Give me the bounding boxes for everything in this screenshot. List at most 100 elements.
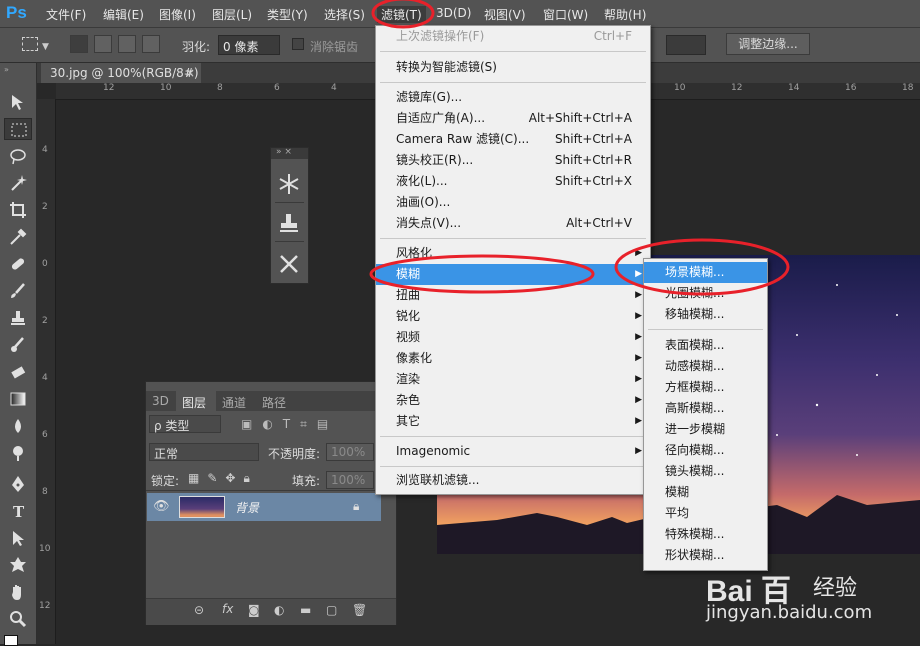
- subtract-selection-button[interactable]: [118, 35, 136, 53]
- menu-type[interactable]: 类型(Y): [267, 6, 308, 23]
- menu-item-pixelate[interactable]: 像素化 ▶: [376, 348, 650, 369]
- feather-input[interactable]: 0 像素: [218, 35, 280, 55]
- fill-input[interactable]: 100%: [326, 471, 374, 489]
- menu-item-oil-paint[interactable]: 油画(O)...: [376, 192, 650, 213]
- move-tool[interactable]: [4, 91, 32, 113]
- collapse-close-icon[interactable]: » ×: [276, 147, 292, 157]
- menu-item-radial-blur[interactable]: 径向模糊...: [644, 440, 767, 461]
- menu-filter[interactable]: 滤镜(T): [377, 6, 426, 23]
- refine-edge-button[interactable]: 调整边缘...: [726, 33, 810, 55]
- marquee-tool[interactable]: [4, 118, 32, 140]
- menu-item-tilt-shift[interactable]: 移轴模糊...: [644, 304, 767, 325]
- adjustment-icon[interactable]: ◐: [274, 603, 284, 617]
- menu-3d[interactable]: 3D(D): [436, 6, 471, 20]
- zoom-tool[interactable]: [4, 608, 32, 630]
- dodge-tool[interactable]: [4, 442, 32, 464]
- layer-filter-select[interactable]: ρ 类型: [149, 415, 221, 433]
- floating-panel-header[interactable]: » ×: [271, 147, 308, 159]
- document-tab[interactable]: 30.jpg @ 100%(RGB/8#) ×: [41, 63, 201, 83]
- hand-tool[interactable]: [4, 581, 32, 603]
- menu-item-last-filter[interactable]: 上次滤镜操作(F) Ctrl+F: [376, 26, 650, 47]
- crop-tool[interactable]: [4, 199, 32, 221]
- path-selection-tool[interactable]: [4, 527, 32, 549]
- menu-item-stylize[interactable]: 风格化 ▶: [376, 243, 650, 264]
- menu-image[interactable]: 图像(I): [159, 6, 196, 23]
- menu-item-other[interactable]: 其它 ▶: [376, 411, 650, 432]
- menu-item-field-blur[interactable]: 场景模糊...: [644, 262, 767, 283]
- menu-item-smart-filter[interactable]: 转换为智能滤镜(S): [376, 57, 650, 78]
- menu-item-sharpen[interactable]: 锐化 ▶: [376, 306, 650, 327]
- pen-tool[interactable]: [4, 473, 32, 495]
- gradient-tool[interactable]: [4, 388, 32, 410]
- menu-item-camera-raw[interactable]: Camera Raw 滤镜(C)... Shift+Ctrl+A: [376, 129, 650, 150]
- menu-item-distort[interactable]: 扭曲 ▶: [376, 285, 650, 306]
- height-input[interactable]: [666, 35, 706, 55]
- menu-item-iris-blur[interactable]: 光圈模糊...: [644, 283, 767, 304]
- opacity-input[interactable]: 100%: [326, 443, 374, 461]
- new-layer-icon[interactable]: ▢: [326, 603, 337, 617]
- tab-layers[interactable]: 图层: [182, 394, 206, 411]
- menu-item-imagenomic[interactable]: Imagenomic ▶: [376, 441, 650, 462]
- layer-row[interactable]: 👁︎ 背景 🔒︎: [147, 493, 381, 521]
- brush-tool[interactable]: [4, 280, 32, 302]
- menu-item-liquify[interactable]: 液化(L)... Shift+Ctrl+X: [376, 171, 650, 192]
- menu-select[interactable]: 选择(S): [324, 6, 365, 23]
- menu-item-blur[interactable]: 模糊 ▶: [376, 264, 650, 285]
- layer-filter-icons[interactable]: ▣◐T⌗▤: [241, 417, 361, 431]
- clone-stamp-tool[interactable]: [4, 307, 32, 329]
- menu-item-lens-correction[interactable]: 镜头校正(R)... Shift+Ctrl+R: [376, 150, 650, 171]
- lock-icons[interactable]: ▦✎✥🔒︎: [188, 471, 270, 487]
- blend-mode-select[interactable]: 正常: [149, 443, 259, 461]
- menu-item-motion-blur[interactable]: 动感模糊...: [644, 356, 767, 377]
- menu-edit[interactable]: 编辑(E): [103, 6, 144, 23]
- brush-settings-button[interactable]: [277, 172, 301, 199]
- type-tool[interactable]: T: [4, 500, 32, 522]
- menu-item-blur-more[interactable]: 进一步模糊: [644, 419, 767, 440]
- menu-item-video[interactable]: 视频 ▶: [376, 327, 650, 348]
- menu-item-surface-blur[interactable]: 表面模糊...: [644, 335, 767, 356]
- eraser-tool[interactable]: [4, 361, 32, 383]
- menu-item-gaussian-blur[interactable]: 高斯模糊...: [644, 398, 767, 419]
- layer-name[interactable]: 背景: [235, 499, 259, 516]
- menu-item-noise[interactable]: 杂色 ▶: [376, 390, 650, 411]
- menu-view[interactable]: 视图(V): [484, 6, 526, 23]
- folder-icon[interactable]: ▬: [300, 603, 311, 617]
- mask-icon[interactable]: ◙: [248, 603, 260, 617]
- menu-file[interactable]: 文件(F): [46, 6, 86, 23]
- menu-item-browse-online[interactable]: 浏览联机滤镜...: [376, 470, 650, 491]
- menu-item-shape-blur[interactable]: 形状模糊...: [644, 545, 767, 566]
- menu-item-average[interactable]: 平均: [644, 503, 767, 524]
- tab-paths[interactable]: 路径: [262, 394, 286, 411]
- menu-item-adaptive-wide-angle[interactable]: 自适应广角(A)... Alt+Shift+Ctrl+A: [376, 108, 650, 129]
- menu-window[interactable]: 窗口(W): [543, 6, 588, 23]
- menu-layer[interactable]: 图层(L): [212, 6, 252, 23]
- new-selection-button[interactable]: [70, 35, 88, 53]
- tab-3d[interactable]: 3D: [152, 394, 169, 408]
- foreground-color-swatch[interactable]: [4, 635, 18, 646]
- intersect-selection-button[interactable]: [142, 35, 160, 53]
- link-icon[interactable]: ⊝: [194, 603, 204, 617]
- clone-source-button[interactable]: [277, 211, 301, 238]
- menu-item-box-blur[interactable]: 方框模糊...: [644, 377, 767, 398]
- magic-wand-tool[interactable]: [4, 172, 32, 194]
- tab-channels[interactable]: 通道: [222, 394, 246, 411]
- menu-item-render[interactable]: 渲染 ▶: [376, 369, 650, 390]
- healing-brush-tool[interactable]: [4, 253, 32, 275]
- chevron-down-icon[interactable]: ▼: [42, 42, 49, 52]
- marquee-preset-icon[interactable]: [22, 37, 38, 51]
- history-brush-tool[interactable]: [4, 334, 32, 356]
- menu-help[interactable]: 帮助(H): [604, 6, 646, 23]
- eyedropper-tool[interactable]: [4, 226, 32, 248]
- eye-icon[interactable]: 👁︎: [153, 499, 170, 514]
- menu-item-filter-gallery[interactable]: 滤镜库(G)...: [376, 87, 650, 108]
- lasso-tool[interactable]: [4, 145, 32, 167]
- custom-shape-tool[interactable]: [4, 554, 32, 576]
- tool-presets-button[interactable]: [277, 252, 301, 279]
- menu-item-blur[interactable]: 模糊: [644, 482, 767, 503]
- antialias-checkbox[interactable]: [292, 38, 304, 50]
- blur-tool[interactable]: [4, 415, 32, 437]
- menu-item-lens-blur[interactable]: 镜头模糊...: [644, 461, 767, 482]
- add-selection-button[interactable]: [94, 35, 112, 53]
- trash-icon[interactable]: 🗑︎: [352, 603, 367, 617]
- collapse-icon[interactable]: »: [4, 65, 9, 74]
